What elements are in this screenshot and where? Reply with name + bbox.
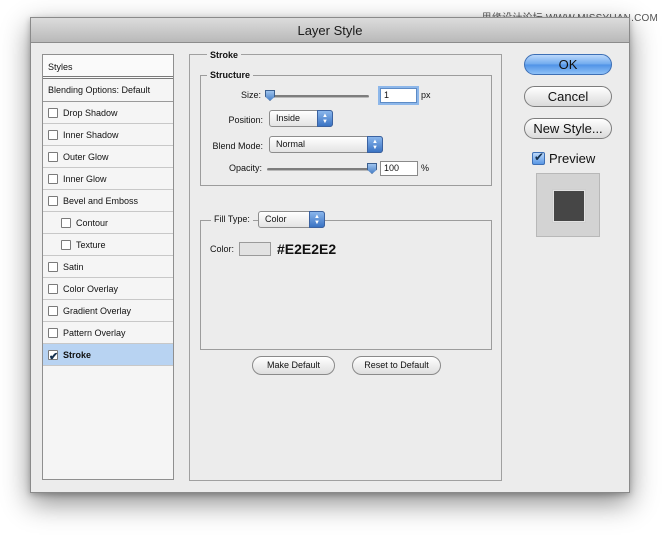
preview-toggle[interactable]: Preview: [532, 150, 596, 166]
style-item-label: Gradient Overlay: [63, 305, 132, 316]
color-label: Color:: [210, 244, 235, 254]
style-item-stroke[interactable]: Stroke: [43, 344, 173, 368]
style-item-contour[interactable]: Contour: [43, 212, 173, 234]
style-item-label: Bevel and Emboss: [63, 195, 139, 206]
pattern-overlay-checkbox[interactable]: [48, 327, 58, 338]
color-hex-annotation: #E2E2E2: [277, 241, 337, 257]
fill-type-value: Color: [265, 214, 287, 224]
preview-label: Preview: [549, 151, 596, 166]
style-item-outer-glow[interactable]: Outer Glow: [43, 146, 173, 168]
preview-checkbox[interactable]: [532, 150, 545, 165]
style-item-label: Stroke: [63, 349, 92, 360]
style-item-label: Texture: [76, 239, 106, 250]
opacity-unit: %: [421, 163, 430, 173]
cancel-button[interactable]: Cancel: [524, 86, 612, 107]
styles-header[interactable]: Styles: [43, 55, 173, 79]
inner-glow-checkbox[interactable]: [48, 173, 58, 184]
chevron-updown-icon: ▲ ▼: [309, 211, 325, 228]
chevron-updown-icon: ▲ ▼: [317, 110, 333, 127]
drop-shadow-checkbox[interactable]: [48, 107, 58, 118]
style-item-color-overlay[interactable]: Color Overlay: [43, 278, 173, 300]
style-item-label: Inner Shadow: [63, 129, 119, 140]
fill-type-label: Fill Type:: [211, 214, 253, 224]
size-slider[interactable]: [265, 90, 369, 101]
style-item-label: Drop Shadow: [63, 107, 118, 118]
opacity-slider[interactable]: [267, 163, 377, 174]
new-style-button[interactable]: New Style...: [524, 118, 612, 139]
blending-options-item[interactable]: Blending Options: Default: [43, 79, 173, 102]
color-overlay-checkbox[interactable]: [48, 283, 58, 294]
position-select[interactable]: Inside ▲ ▼: [269, 110, 333, 127]
outer-glow-checkbox[interactable]: [48, 151, 58, 162]
style-item-label: Pattern Overlay: [63, 327, 126, 338]
style-item-inner-shadow[interactable]: Inner Shadow: [43, 124, 173, 146]
size-label: Size:: [240, 90, 261, 100]
style-item-label: Color Overlay: [63, 283, 119, 294]
opacity-slider-thumb[interactable]: [367, 163, 377, 174]
stroke-panel: Stroke Structure Size: 1 px Position: In…: [189, 49, 502, 481]
style-item-label: Inner Glow: [63, 173, 107, 184]
style-item-label: Satin: [63, 261, 84, 272]
style-preview-thumbnail: [536, 173, 600, 237]
style-item-pattern-overlay[interactable]: Pattern Overlay: [43, 322, 173, 344]
stroke-checkbox[interactable]: [48, 346, 58, 368]
structure-group: Structure Size: 1 px Position: Inside ▲ ▼…: [200, 69, 492, 186]
size-slider-thumb[interactable]: [265, 90, 275, 101]
make-default-button[interactable]: Make Default: [252, 356, 335, 375]
fill-type-select[interactable]: Color ▲ ▼: [258, 211, 325, 228]
structure-title: Structure: [207, 69, 254, 81]
chevron-updown-icon: ▲ ▼: [367, 136, 383, 153]
style-item-inner-glow[interactable]: Inner Glow: [43, 168, 173, 190]
color-swatch[interactable]: [239, 242, 271, 256]
dialog-title: Layer Style: [31, 18, 629, 43]
styles-list: Styles Blending Options: Default Drop Sh…: [42, 54, 174, 480]
size-unit: px: [421, 90, 431, 100]
blend-mode-label: Blend Mode:: [212, 141, 263, 151]
style-item-gradient-overlay[interactable]: Gradient Overlay: [43, 300, 173, 322]
style-item-label: Outer Glow: [63, 151, 109, 162]
stroke-title: Stroke: [207, 49, 242, 61]
style-item-bevel-emboss[interactable]: Bevel and Emboss: [43, 190, 173, 212]
opacity-label: Opacity:: [228, 163, 262, 173]
position-label: Position:: [228, 115, 263, 125]
style-item-label: Contour: [76, 217, 109, 228]
size-input[interactable]: 1: [380, 88, 417, 103]
blend-mode-value: Normal: [276, 139, 306, 149]
reset-default-button[interactable]: Reset to Default: [352, 356, 441, 375]
contour-checkbox[interactable]: [61, 217, 71, 228]
inner-shadow-checkbox[interactable]: [48, 129, 58, 140]
style-item-texture[interactable]: Texture: [43, 234, 173, 256]
style-item-drop-shadow[interactable]: Drop Shadow: [43, 102, 173, 124]
layer-style-dialog: Layer Style Styles Blending Options: Def…: [30, 17, 630, 493]
opacity-input[interactable]: 100: [380, 161, 418, 176]
preview-square: [553, 190, 585, 222]
fill-group: Fill Type: Color ▲ ▼ Color: #E2E2E2: [200, 211, 492, 350]
texture-checkbox[interactable]: [61, 239, 71, 250]
satin-checkbox[interactable]: [48, 261, 58, 272]
blend-mode-select[interactable]: Normal ▲ ▼: [269, 136, 383, 153]
position-value: Inside: [276, 113, 301, 123]
gradient-overlay-checkbox[interactable]: [48, 305, 58, 316]
ok-button[interactable]: OK: [524, 54, 612, 75]
style-item-satin[interactable]: Satin: [43, 256, 173, 278]
bevel-emboss-checkbox[interactable]: [48, 195, 58, 206]
